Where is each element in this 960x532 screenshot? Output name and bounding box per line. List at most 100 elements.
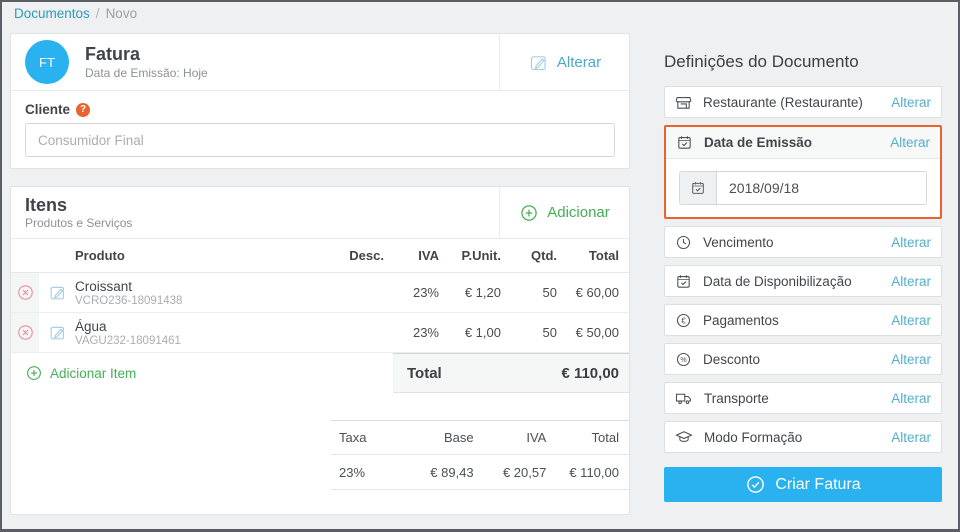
pencil-square-icon xyxy=(50,326,64,340)
item-total: € 50,00 xyxy=(575,325,619,340)
item-iva: 23% xyxy=(412,285,439,300)
truck-icon xyxy=(675,393,691,405)
document-type-badge: FT xyxy=(25,40,69,84)
setting-row-desconto: % Desconto Alterar xyxy=(664,343,942,375)
setting-alterar-link[interactable]: Alterar xyxy=(891,430,931,445)
tax-taxa: 23% xyxy=(339,464,366,480)
setting-label: Vencimento xyxy=(703,234,774,250)
breadcrumb-separator: / xyxy=(95,6,100,21)
plus-circle-icon xyxy=(521,204,537,221)
col-produto: Produto xyxy=(75,248,125,263)
setting-data-emissao-highlighted: Data de Emissão Alterar xyxy=(664,125,942,219)
setting-label: Pagamentos xyxy=(703,312,779,328)
add-product-label: Adicionar xyxy=(547,204,610,221)
graduation-cap-icon xyxy=(675,431,693,442)
setting-row-modo-formacao: Modo Formação Alterar xyxy=(664,421,942,453)
item-row: Água VAGU232-18091461 23% € 1,00 50 € 50… xyxy=(11,313,629,353)
edit-item-button[interactable] xyxy=(48,283,67,302)
col-punit: P.Unit. xyxy=(461,248,502,263)
calendar-check-icon xyxy=(678,136,691,149)
item-punit: € 1,00 xyxy=(464,325,501,340)
calendar-check-icon xyxy=(677,274,690,288)
item-qtd: 50 xyxy=(542,325,557,340)
item-total: € 60,00 xyxy=(575,285,619,300)
tax-col-taxa: Taxa xyxy=(339,430,367,445)
product-name: Água xyxy=(75,318,107,334)
total-value: € 110,00 xyxy=(561,364,619,382)
breadcrumb-current: Novo xyxy=(105,6,138,21)
question-circle-icon[interactable]: ? xyxy=(76,102,91,117)
item-row: Croissant VCRO236-18091438 23% € 1,20 50… xyxy=(11,273,629,313)
tax-table-row: 23% € 89,43 € 20,57 € 110,00 xyxy=(331,455,629,490)
setting-label: Transporte xyxy=(704,390,769,406)
tax-iva: € 20,57 xyxy=(502,464,547,480)
setting-row-data-emissao: Data de Emissão Alterar xyxy=(666,127,940,159)
setting-row-transporte: Transporte Alterar xyxy=(664,382,942,414)
svg-text:€: € xyxy=(681,316,686,325)
edit-item-button[interactable] xyxy=(48,323,67,342)
pencil-square-icon xyxy=(50,286,64,300)
total-label: Total xyxy=(407,364,442,382)
setting-row-vencimento: Vencimento Alterar xyxy=(664,226,942,258)
product-name: Croissant xyxy=(75,278,133,294)
tax-summary-table: Taxa Base IVA Total 23% € 89,43 € 20,57 … xyxy=(331,420,629,490)
change-document-type-button[interactable]: Alterar xyxy=(499,34,629,90)
setting-alterar-link[interactable]: Alterar xyxy=(891,235,931,250)
delete-item-button[interactable] xyxy=(16,323,35,342)
setting-alterar-link[interactable]: Alterar xyxy=(890,135,930,150)
col-qtd: Qtd. xyxy=(531,248,557,263)
setting-alterar-link[interactable]: Alterar xyxy=(891,391,931,406)
setting-alterar-link[interactable]: Alterar xyxy=(891,313,931,328)
client-input[interactable] xyxy=(25,123,615,157)
euro-circle-icon: € xyxy=(676,313,691,327)
col-iva: IVA xyxy=(418,248,439,263)
client-label: Cliente xyxy=(25,102,71,117)
storefront-icon xyxy=(675,96,692,109)
col-total: Total xyxy=(588,248,619,263)
items-subtitle: Produtos e Serviços xyxy=(25,216,133,231)
setting-row-pagamentos: € Pagamentos Alterar xyxy=(664,304,942,336)
document-title: Fatura xyxy=(85,44,141,65)
settings-title: Definições do Documento xyxy=(664,52,859,71)
tax-total: € 110,00 xyxy=(569,464,619,480)
breadcrumb-link-documentos[interactable]: Documentos xyxy=(14,6,90,21)
tax-table-header: Taxa Base IVA Total xyxy=(331,420,629,455)
create-invoice-label: Criar Fatura xyxy=(775,475,861,493)
add-item-button[interactable]: Adicionar Item xyxy=(11,353,136,393)
tax-col-iva: IVA xyxy=(526,430,547,445)
create-invoice-button[interactable]: Criar Fatura xyxy=(664,467,942,502)
add-product-button[interactable]: Adicionar xyxy=(499,187,629,238)
document-subtitle: Data de Emissão: Hoje xyxy=(85,65,208,80)
setting-row-restaurante: Restaurante (Restaurante) Alterar xyxy=(664,86,942,118)
plus-circle-icon xyxy=(27,366,41,380)
tax-col-base: Base xyxy=(444,430,474,445)
settings-panel: Definições do Documento Restaurante (Res… xyxy=(664,52,942,502)
pencil-square-icon xyxy=(530,55,546,70)
svg-text:%: % xyxy=(680,355,687,363)
setting-label: Data de Disponibilização xyxy=(703,273,852,289)
items-total-row: Total € 110,00 xyxy=(393,353,629,393)
items-table-header: Produto Desc. IVA P.Unit. Qtd. Total xyxy=(11,239,629,273)
invoice-header-card: FT Fatura Data de Emissão: Hoje Alterar … xyxy=(10,33,630,169)
breadcrumb: Documentos / Novo xyxy=(14,6,137,21)
issue-date-input[interactable] xyxy=(717,172,926,204)
setting-row-data-disponibilizacao: Data de Disponibilização Alterar xyxy=(664,265,942,297)
tax-base: € 89,43 xyxy=(430,464,474,480)
setting-label: Data de Emissão xyxy=(704,135,813,150)
setting-label: Restaurante (Restaurante) xyxy=(703,94,863,110)
setting-label: Modo Formação xyxy=(704,429,803,445)
item-qtd: 50 xyxy=(542,285,557,300)
delete-item-button[interactable] xyxy=(16,283,35,302)
setting-alterar-link[interactable]: Alterar xyxy=(891,95,931,110)
add-item-label: Adicionar Item xyxy=(50,365,137,381)
setting-alterar-link[interactable]: Alterar xyxy=(891,352,931,367)
tax-col-total: Total xyxy=(591,430,619,445)
item-iva: 23% xyxy=(412,325,439,340)
product-code: VCRO236-18091438 xyxy=(75,294,183,307)
x-circle-icon xyxy=(17,285,33,300)
x-circle-icon xyxy=(17,325,33,340)
percent-circle-icon: % xyxy=(676,352,691,366)
col-desc: Desc. xyxy=(349,248,384,263)
calendar-check-icon xyxy=(680,172,717,204)
setting-alterar-link[interactable]: Alterar xyxy=(891,274,931,289)
